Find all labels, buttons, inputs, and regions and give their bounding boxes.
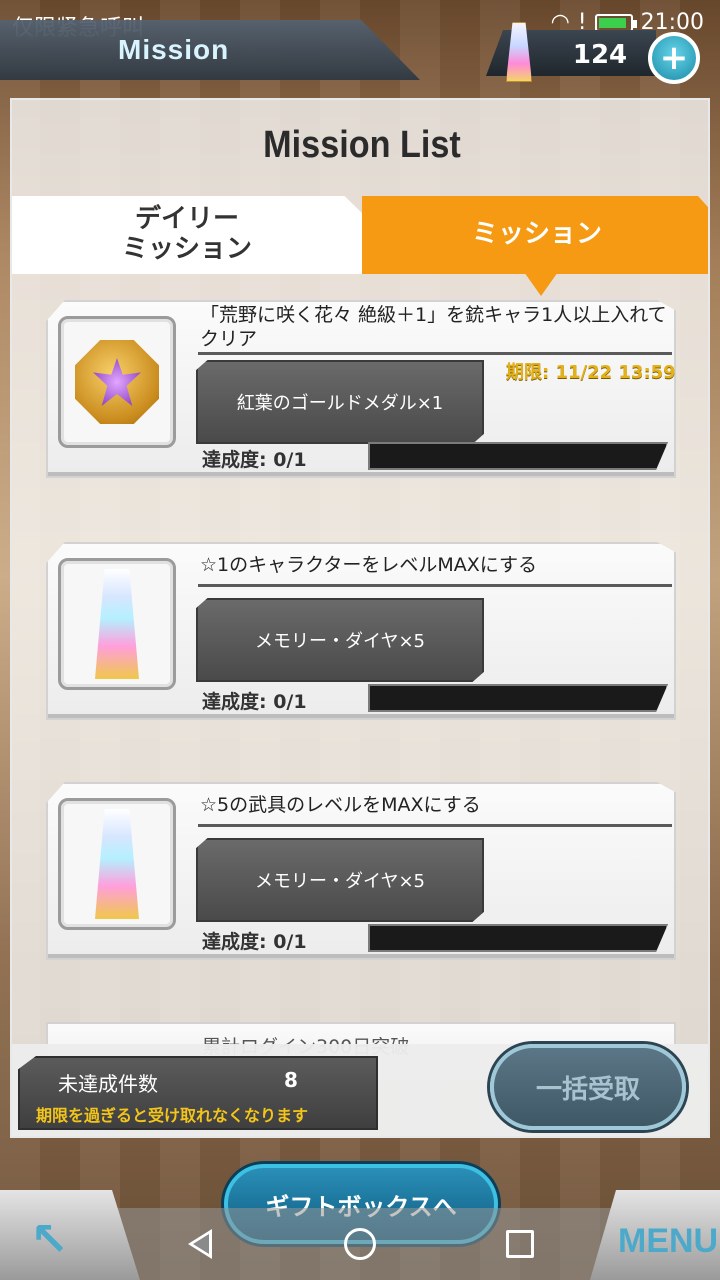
panel-title: Mission List — [263, 124, 461, 166]
mission-summary: 未達成件数 8 期限を過ぎると受け取れなくなります 一括受取 — [12, 1044, 708, 1136]
memory-diamond-icon — [95, 569, 139, 679]
mission-title: 「荒野に咲く花々 絶級＋1」を銃キャラ1人以上入れてクリア — [200, 304, 667, 350]
reward-box: メモリー・ダイヤ×5 — [196, 598, 484, 682]
progress-bar — [368, 684, 668, 712]
mission-card[interactable]: 「荒野に咲く花々 絶級＋1」を銃キャラ1人以上入れてクリア 期限: 11/22 … — [46, 300, 676, 478]
mission-title: ☆5の武具のレベルをMAXにする — [200, 794, 481, 816]
progress-label: 達成度: 0/1 — [202, 449, 307, 471]
progress-bar — [368, 442, 668, 470]
tab-daily-label: デイリー ミッション — [121, 204, 252, 264]
add-currency-button[interactable]: + — [648, 32, 700, 84]
menu-label: MENU — [618, 1222, 719, 1260]
receive-all-button[interactable]: 一括受取 — [490, 1044, 686, 1130]
active-tab-pointer — [524, 272, 558, 296]
reward-box: メモリー・ダイヤ×5 — [196, 838, 484, 922]
tab-mission[interactable]: ミッション — [362, 196, 708, 274]
mission-title: ☆1のキャラクターをレベルMAXにする — [200, 554, 537, 576]
progress-label: 達成度: 0/1 — [202, 931, 307, 953]
reward-label: メモリー・ダイヤ×5 — [255, 631, 425, 652]
progress-bar — [368, 924, 668, 952]
game-back-button[interactable] — [0, 1190, 140, 1280]
reward-icon-frame — [58, 798, 176, 930]
pending-label: 未達成件数 — [58, 1072, 158, 1096]
pending-count: 8 — [284, 1068, 298, 1092]
reward-label: 紅葉のゴールドメダル×1 — [236, 393, 444, 414]
gold-medal-icon — [75, 340, 159, 424]
battery-icon — [594, 13, 637, 32]
system-home-icon[interactable] — [342, 1226, 378, 1262]
tab-daily-mission[interactable]: デイリー ミッション — [12, 196, 362, 274]
system-recents-icon[interactable] — [502, 1226, 538, 1262]
back-arrow-icon: ↖ — [30, 1212, 69, 1266]
plus-icon: + — [659, 38, 689, 78]
pending-count-box: 未達成件数 8 期限を過ぎると受け取れなくなります — [18, 1056, 378, 1130]
progress-label: 達成度: 0/1 — [202, 691, 307, 713]
reward-box: 紅葉のゴールドメダル×1 — [196, 360, 484, 444]
reward-icon-frame — [58, 316, 176, 448]
system-back-icon[interactable] — [182, 1226, 218, 1262]
memory-diamond-icon — [95, 809, 139, 919]
expiry-note: 期限を過ぎると受け取れなくなります — [36, 1106, 309, 1125]
reward-label: メモリー・ダイヤ×5 — [255, 871, 425, 892]
mission-card[interactable]: ☆1のキャラクターをレベルMAXにする メモリー・ダイヤ×5 達成度: 0/1 — [46, 542, 676, 720]
currency-count: 124 — [572, 40, 628, 70]
reward-icon-frame — [58, 558, 176, 690]
screen-title: Mission — [118, 34, 230, 65]
mission-deadline: 期限: 11/22 13:59 — [506, 362, 676, 383]
mission-panel: Mission List デイリー ミッション ミッション 「荒野に咲く花々 絶… — [10, 98, 710, 1138]
mission-card[interactable]: ☆5の武具のレベルをMAXにする メモリー・ダイヤ×5 達成度: 0/1 — [46, 782, 676, 960]
tab-mission-label: ミッション — [471, 219, 602, 250]
